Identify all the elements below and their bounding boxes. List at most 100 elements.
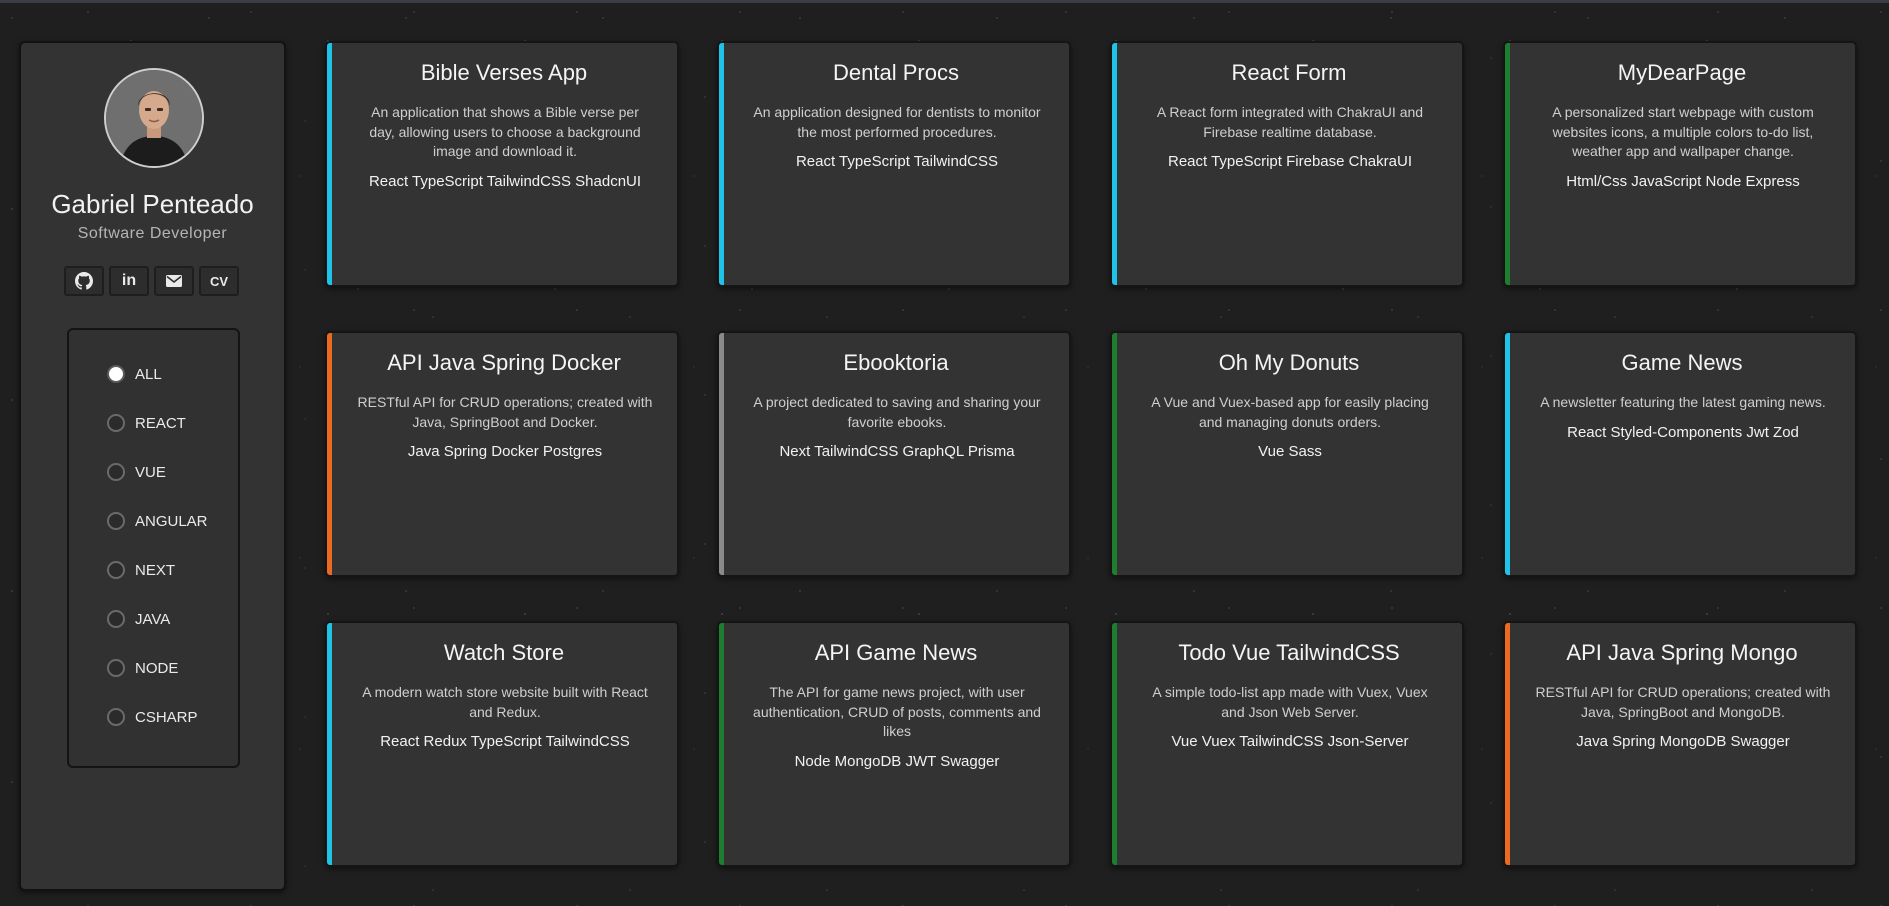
card-body: The API for game news project, with user… — [749, 683, 1045, 771]
card-tech-stack: React TypeScript TailwindCSS — [795, 153, 999, 170]
card-accent-bar — [327, 623, 332, 865]
card-tech-stack: Vue Sass — [1258, 443, 1322, 460]
filter-label: JAVA — [135, 610, 171, 628]
github-button[interactable] — [64, 266, 104, 296]
filter-option-react[interactable]: REACT — [107, 413, 186, 433]
card-title: API Java Spring Mongo — [1566, 640, 1798, 665]
card-title: React Form — [1231, 60, 1347, 85]
filter-label: CSHARP — [135, 708, 198, 726]
profile-name: Gabriel Penteado — [51, 189, 254, 219]
radio-icon[interactable] — [107, 610, 125, 628]
card-accent-bar — [1505, 333, 1510, 575]
linkedin-icon: in — [121, 272, 137, 289]
project-card[interactable]: Todo Vue TailwindCSS A simple todo-list … — [1110, 621, 1464, 867]
mail-icon — [166, 275, 182, 287]
radio-icon[interactable] — [107, 708, 125, 726]
profile-sidebar: Gabriel Penteado Software Developer in C… — [19, 41, 286, 891]
avatar-portrait — [106, 70, 202, 166]
card-title: Todo Vue TailwindCSS — [1178, 640, 1400, 665]
card-accent-bar — [719, 623, 724, 865]
filter-label: NEXT — [135, 561, 176, 579]
card-accent-bar — [1112, 333, 1117, 575]
profile-role: Software Developer — [77, 225, 228, 242]
linkedin-button[interactable]: in — [109, 266, 149, 296]
radio-icon[interactable] — [107, 414, 125, 432]
card-description: RESTful API for CRUD operations; created… — [357, 394, 653, 430]
card-title: Game News — [1621, 350, 1743, 375]
project-card[interactable]: Dental Procs An application designed for… — [717, 41, 1071, 287]
card-accent-bar — [327, 333, 332, 575]
card-tech-stack: React TypeScript Firebase ChakraUI — [1168, 153, 1412, 170]
card-body: A Vue and Vuex-based app for easily plac… — [1142, 393, 1438, 462]
card-title: Ebooktoria — [843, 350, 949, 375]
avatar — [104, 68, 204, 168]
filter-option-csharp[interactable]: CSHARP — [107, 707, 198, 727]
card-tech-stack: Next TailwindCSS GraphQL Prisma — [779, 443, 1015, 460]
category-filter: ALL REACT VUE ANGULAR NEXT JAVA NODE CSH… — [67, 328, 240, 768]
card-body: RESTful API for CRUD operations; created… — [357, 393, 653, 462]
filter-option-angular[interactable]: ANGULAR — [107, 511, 208, 531]
filter-label: ANGULAR — [135, 512, 208, 530]
filter-label: ALL — [135, 365, 162, 383]
radio-icon[interactable] — [107, 512, 125, 530]
card-tech-stack: Node MongoDB JWT Swagger — [794, 752, 1000, 770]
filter-option-vue[interactable]: VUE — [107, 462, 166, 482]
email-button[interactable] — [154, 266, 194, 296]
card-body: RESTful API for CRUD operations; created… — [1535, 683, 1831, 752]
card-tech-stack: Vue Vuex TailwindCSS Json-Server — [1171, 733, 1409, 750]
card-description: An application designed for dentists to … — [753, 104, 1041, 140]
card-body: A project dedicated to saving and sharin… — [749, 393, 1045, 462]
project-card[interactable]: MyDearPage A personalized start webpage … — [1503, 41, 1857, 287]
project-card[interactable]: API Java Spring Mongo RESTful API for CR… — [1503, 621, 1857, 867]
card-tech-stack: Java Spring MongoDB Swagger — [1576, 733, 1790, 750]
card-title: Dental Procs — [833, 60, 959, 85]
cv-button[interactable]: CV — [199, 266, 239, 296]
card-title: Bible Verses App — [420, 60, 588, 85]
cv-label: CV — [209, 273, 229, 289]
card-body: A modern watch store website built with … — [357, 683, 653, 752]
card-title: API Game News — [814, 640, 978, 665]
top-border — [0, 0, 1889, 3]
filter-option-node[interactable]: NODE — [107, 658, 178, 678]
card-accent-bar — [327, 43, 332, 285]
card-body: An application designed for dentists to … — [749, 103, 1045, 172]
project-card[interactable]: Ebooktoria A project dedicated to saving… — [717, 331, 1071, 577]
card-body: A simple todo-list app made with Vuex, V… — [1142, 683, 1438, 752]
radio-icon[interactable] — [107, 659, 125, 677]
project-card[interactable]: Bible Verses App An application that sho… — [325, 41, 679, 287]
card-accent-bar — [719, 43, 724, 285]
card-description: A React form integrated with ChakraUI an… — [1156, 104, 1424, 140]
radio-icon[interactable] — [107, 463, 125, 481]
card-title: MyDearPage — [1617, 60, 1747, 85]
card-accent-bar — [1112, 623, 1117, 865]
social-links: in CV — [64, 266, 239, 296]
card-tech-stack: React TypeScript TailwindCSS ShadcnUI — [368, 172, 642, 190]
card-description: A simple todo-list app made with Vuex, V… — [1152, 684, 1428, 720]
card-description: A modern watch store website built with … — [362, 684, 648, 720]
filter-label: NODE — [135, 659, 179, 677]
project-card[interactable]: API Game News The API for game news proj… — [717, 621, 1071, 867]
github-icon — [75, 272, 93, 290]
card-description: RESTful API for CRUD operations; created… — [1535, 684, 1831, 720]
card-tech-stack: Java Spring Docker Postgres — [407, 443, 603, 460]
filter-option-next[interactable]: NEXT — [107, 560, 175, 580]
project-card[interactable]: API Java Spring Docker RESTful API for C… — [325, 331, 679, 577]
card-description: A project dedicated to saving and sharin… — [753, 394, 1041, 430]
card-title: Watch Store — [443, 640, 565, 665]
filter-option-all[interactable]: ALL — [107, 364, 162, 384]
filter-option-java[interactable]: JAVA — [107, 609, 170, 629]
card-body: A React form integrated with ChakraUI an… — [1142, 103, 1438, 172]
radio-icon[interactable] — [107, 561, 125, 579]
card-body: An application that shows a Bible verse … — [357, 103, 653, 191]
radio-selected-icon[interactable] — [107, 365, 125, 383]
project-card[interactable]: Oh My Donuts A Vue and Vuex-based app fo… — [1110, 331, 1464, 577]
filter-label: VUE — [135, 463, 166, 481]
project-card[interactable]: React Form A React form integrated with … — [1110, 41, 1464, 287]
project-card[interactable]: Watch Store A modern watch store website… — [325, 621, 679, 867]
project-card[interactable]: Game News A newsletter featuring the lat… — [1503, 331, 1857, 577]
card-description: A Vue and Vuex-based app for easily plac… — [1151, 394, 1429, 430]
card-description: A personalized start webpage with custom… — [1552, 104, 1814, 159]
card-tech-stack: Html/Css JavaScript Node Express — [1566, 172, 1800, 190]
card-tech-stack: React Styled-Components Jwt Zod — [1567, 423, 1799, 441]
card-title: Oh My Donuts — [1218, 350, 1360, 375]
